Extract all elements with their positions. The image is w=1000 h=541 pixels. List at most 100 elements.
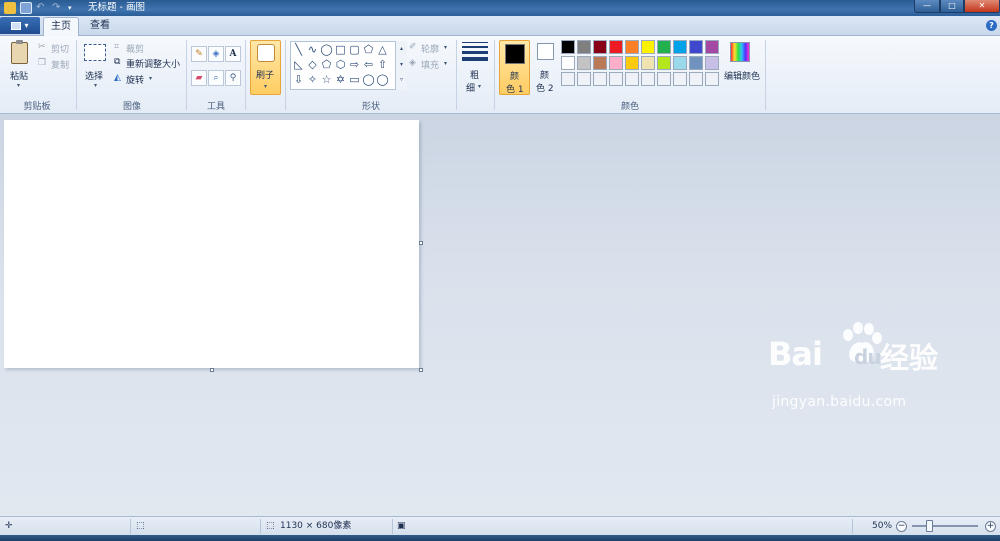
tab-view[interactable]: 查看: [84, 17, 116, 36]
quick-access-toolbar: ↶ ↷ ▾: [4, 1, 84, 15]
magnifier-icon[interactable]: ⚲: [225, 70, 241, 86]
scroll-down-icon[interactable]: ▾: [396, 57, 407, 73]
pentagon-shape-icon[interactable]: ⬠: [320, 59, 333, 71]
statusbar-divider: [852, 519, 853, 534]
ribbon-divider: [285, 40, 286, 110]
image-size-icon: ⬚: [266, 521, 275, 531]
zoom-in-button[interactable]: +: [985, 521, 996, 532]
size-dropdown-icon[interactable]: ▾: [478, 83, 481, 90]
resize-handle-corner[interactable]: [419, 368, 423, 372]
maximize-button[interactable]: □: [940, 0, 964, 13]
diamond-shape-icon[interactable]: ◇: [306, 59, 319, 71]
oval-callout-shape-icon[interactable]: ◯: [362, 74, 375, 86]
rounded-rectangle-shape-icon[interactable]: ▢: [348, 44, 361, 56]
expand-gallery-icon[interactable]: ▿: [396, 73, 407, 87]
outline-dropdown-icon[interactable]: ▾: [444, 44, 447, 51]
paint-menu-icon: [11, 21, 22, 30]
ribbon-divider: [456, 40, 457, 110]
cursor-position-icon: ✛: [5, 521, 13, 531]
brushes-dropdown-icon: ▾: [264, 83, 268, 90]
copy-icon: ❐: [38, 58, 47, 68]
scroll-up-icon[interactable]: ▴: [396, 41, 407, 57]
four-point-star-shape-icon[interactable]: ✧: [306, 74, 319, 86]
cloud-callout-shape-icon[interactable]: ◯: [376, 74, 389, 86]
select-icon[interactable]: [84, 44, 106, 61]
help-icon[interactable]: ?: [986, 20, 997, 31]
ribbon-divider: [245, 40, 246, 110]
selection-size-icon: ⬚: [136, 521, 145, 531]
six-point-star-shape-icon[interactable]: ✡: [334, 74, 347, 86]
copy-button[interactable]: 复制: [51, 58, 69, 71]
baidu-jingyan-watermark: Bai du 经验 jingyan.baidu.com: [768, 321, 1000, 416]
zoom-out-button[interactable]: −: [896, 521, 907, 532]
paste-dropdown-icon[interactable]: ▾: [17, 82, 20, 89]
close-button[interactable]: ✕: [964, 0, 1000, 13]
rounded-callout-shape-icon[interactable]: ▭: [348, 74, 361, 86]
rotate-button[interactable]: 旋转: [126, 73, 144, 86]
zoom-slider-track[interactable]: [912, 525, 978, 527]
minimize-button[interactable]: —: [914, 0, 940, 13]
fill-dropdown-icon[interactable]: ▾: [444, 60, 447, 67]
fill-bucket-icon[interactable]: ◈: [208, 46, 224, 62]
size-label-line1[interactable]: 粗: [470, 68, 479, 81]
undo-icon[interactable]: ↶: [36, 2, 48, 14]
rectangle-shape-icon[interactable]: □: [334, 44, 347, 56]
fill-icon: ◈: [409, 58, 416, 68]
shapes-scroll[interactable]: ▴ ▾ ▿: [395, 41, 407, 90]
shapes-gallery: ╲ ∿ ◯ □ ▢ ⬠ △ ◺ ◇ ⬠ ⬡ ⇨ ⇦ ⇧ ⇩ ✧ ☆ ✡ ▭ ◯ …: [290, 41, 407, 90]
paste-button[interactable]: 粘贴: [10, 69, 28, 82]
status-bar: ✛ ⬚ ⬚ 1130 × 680像素 ▣ 50% − +: [0, 516, 1000, 535]
brushes-button[interactable]: 刷子 ▾: [250, 40, 281, 95]
select-dropdown-icon[interactable]: ▾: [94, 82, 97, 89]
hexagon-shape-icon[interactable]: ⬡: [334, 59, 347, 71]
ribbon-divider: [76, 40, 77, 110]
outline-button[interactable]: 轮廓: [421, 42, 439, 55]
redo-icon[interactable]: ↷: [52, 2, 64, 14]
right-arrow-shape-icon[interactable]: ⇨: [348, 59, 361, 71]
size-label-line2[interactable]: 细: [466, 81, 475, 94]
select-button[interactable]: 选择: [85, 69, 103, 82]
customize-quick-access-icon[interactable]: ▾: [68, 2, 80, 14]
drawing-canvas[interactable]: [4, 120, 419, 368]
cut-button[interactable]: 剪切: [51, 42, 69, 55]
image-group: 选择 ▾ ⌗ 裁剪 ⧉ 重新调整大小 ◭ 旋转 ▾ 图像: [78, 36, 186, 114]
taskbar: [0, 535, 1000, 541]
paint-menu-button[interactable]: ▾: [0, 17, 40, 34]
brush-icon: [257, 44, 275, 62]
ribbon-divider: [765, 40, 766, 110]
statusbar-divider: [392, 519, 393, 534]
crop-button[interactable]: 裁剪: [126, 42, 144, 55]
polygon-shape-icon[interactable]: ⬠: [362, 44, 375, 56]
resize-handle-bottom[interactable]: [210, 368, 214, 372]
fill-button[interactable]: 填充: [421, 58, 439, 71]
resize-button[interactable]: 重新调整大小: [126, 57, 180, 70]
ribbon: 粘贴 ▾ ✂ 剪切 ❐ 复制 剪贴板 选择 ▾ ⌗ 裁剪 ⧉ 重新调整大小 ◭ …: [0, 36, 1000, 114]
right-triangle-shape-icon[interactable]: ◺: [292, 59, 305, 71]
resize-handle-right[interactable]: [419, 241, 423, 245]
curve-shape-icon[interactable]: ∿: [306, 44, 319, 56]
eraser-icon[interactable]: ▰: [191, 70, 207, 86]
down-arrow-shape-icon[interactable]: ⇩: [292, 74, 305, 86]
paste-icon[interactable]: [11, 40, 28, 64]
line-shape-icon[interactable]: ╲: [292, 44, 305, 56]
brushes-label: 刷子: [256, 71, 275, 81]
tab-home[interactable]: 主页: [43, 17, 79, 36]
watermark-product: 经验: [880, 341, 939, 375]
crop-icon: ⌗: [114, 42, 120, 52]
file-size-icon: ▣: [397, 521, 406, 531]
size-icon[interactable]: [462, 42, 488, 64]
up-arrow-shape-icon[interactable]: ⇧: [376, 59, 389, 71]
oval-shape-icon[interactable]: ◯: [320, 44, 333, 56]
save-icon[interactable]: [20, 2, 32, 14]
rotate-dropdown-icon[interactable]: ▾: [149, 75, 152, 82]
left-arrow-shape-icon[interactable]: ⇦: [362, 59, 375, 71]
statusbar-divider: [130, 519, 131, 534]
watermark-url: jingyan.baidu.com: [772, 394, 907, 410]
text-tool-icon[interactable]: A: [225, 46, 241, 62]
triangle-shape-icon[interactable]: △: [376, 44, 389, 56]
pencil-icon[interactable]: ✎: [191, 46, 207, 62]
clipboard-group-label: 剪贴板: [23, 102, 51, 112]
zoom-slider-thumb[interactable]: [926, 520, 933, 532]
color-picker-icon[interactable]: ⌕: [208, 70, 224, 86]
five-point-star-shape-icon[interactable]: ☆: [320, 74, 333, 86]
